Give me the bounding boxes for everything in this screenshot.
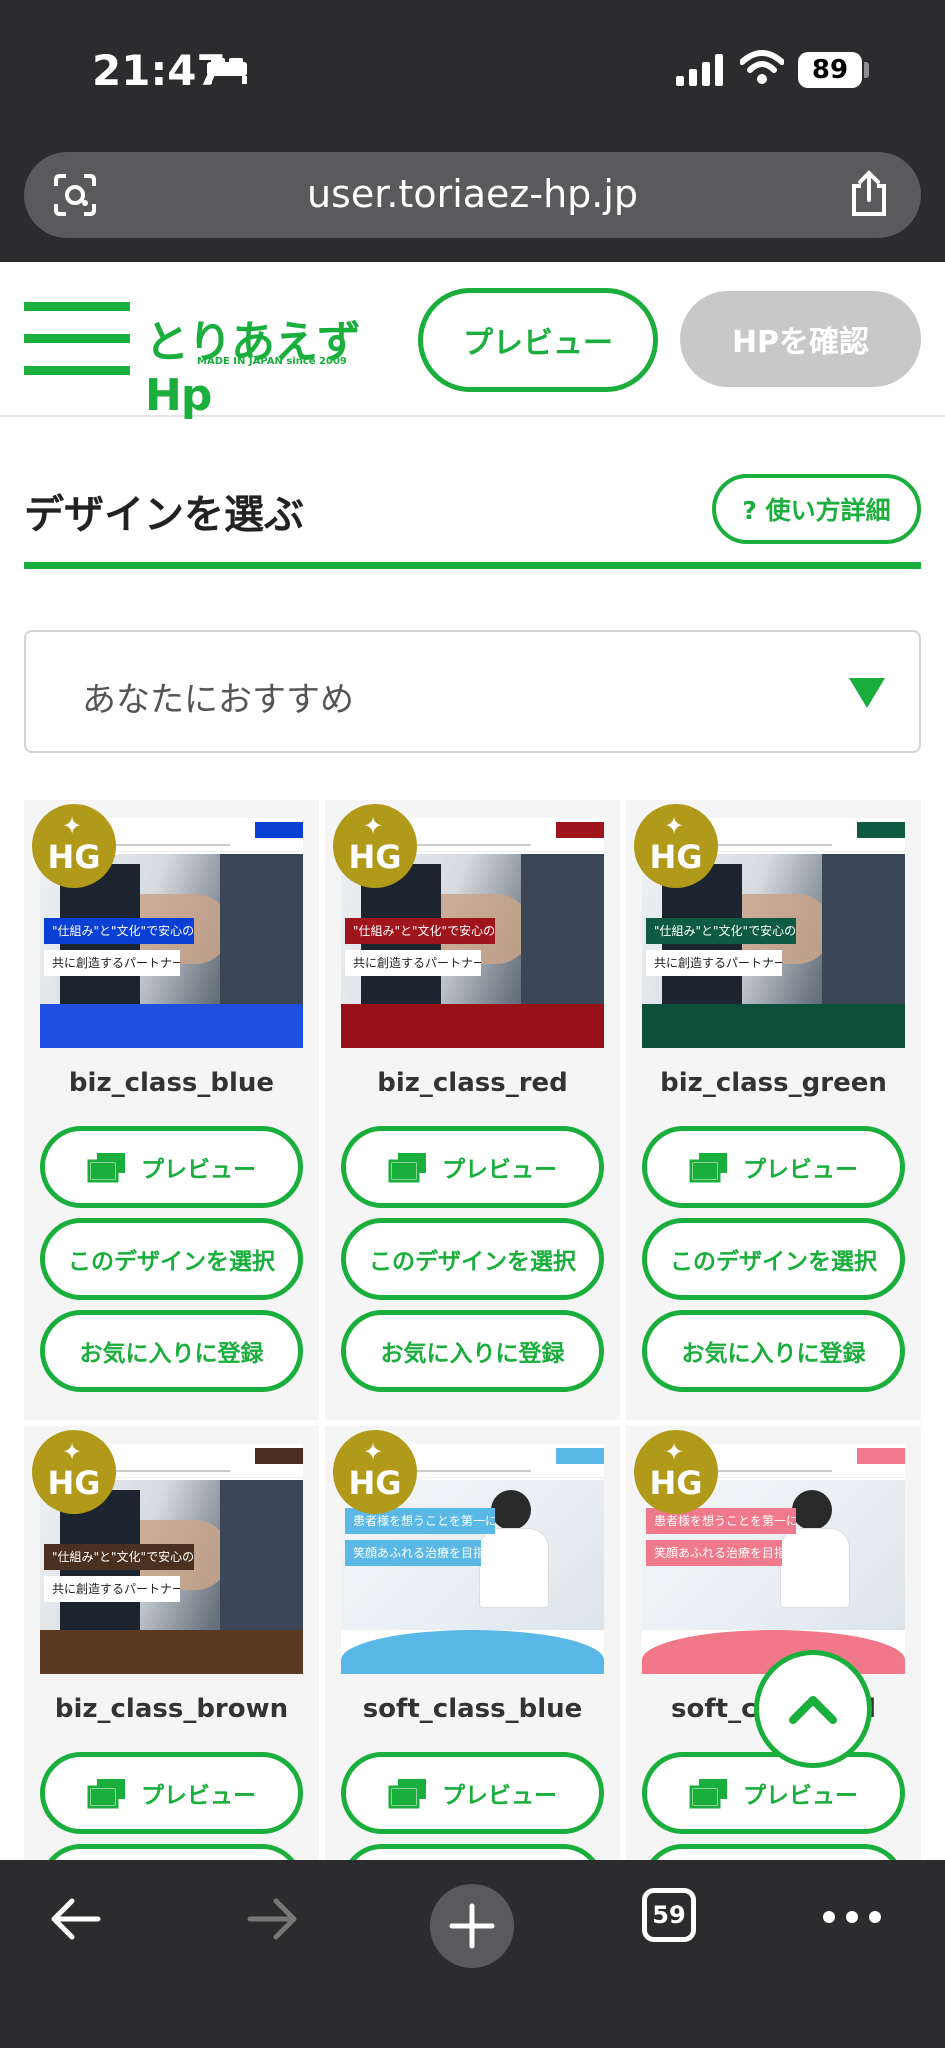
- add-favorite-button[interactable]: お気に入りに登録: [642, 1310, 905, 1392]
- thumbnail-subline: 笑顔あふれる治療を目指しています: [345, 1540, 481, 1566]
- hg-badge-icon: ✦ HG: [32, 1430, 116, 1514]
- select-design-button[interactable]: このデザインを選択: [40, 1844, 303, 1860]
- filter-selected-value: あなたにおすすめ: [82, 680, 354, 720]
- select-design-button[interactable]: このデザインを選択: [40, 1218, 303, 1300]
- preview-label: プレビュー: [442, 1157, 557, 1183]
- check-homepage-button[interactable]: HPを確認: [680, 291, 921, 387]
- title-divider: [24, 562, 921, 569]
- logo-tagline: MADE IN JAPAN since 2009: [197, 356, 347, 367]
- design-preview-button[interactable]: プレビュー: [642, 1126, 905, 1208]
- back-arrow-icon[interactable]: [46, 1890, 104, 1948]
- design-card: "仕組み"と"文化"で安心の橋を共に創造するパートナー ✦HG biz_class_…: [626, 800, 921, 1420]
- sleep-mode-icon: [207, 58, 247, 84]
- thumbnail-subline: 笑顔あふれる治療を目指しています: [646, 1540, 782, 1566]
- design-preview-button[interactable]: プレビュー: [341, 1126, 604, 1208]
- thumbnail-headline: "仕組み"と"文化"で安心の橋を: [44, 918, 194, 944]
- design-preview-button[interactable]: プレビュー: [40, 1126, 303, 1208]
- thumbnail-headline: "仕組み"と"文化"で安心の橋を: [646, 918, 796, 944]
- hg-badge-icon: ✦ HG: [333, 804, 417, 888]
- battery-tip: [864, 62, 869, 78]
- more-options-icon[interactable]: [822, 1910, 882, 1924]
- address-bar[interactable]: user.toriaez-hp.jp: [24, 152, 921, 238]
- new-tab-button[interactable]: [430, 1884, 514, 1968]
- design-name: biz_class_blue: [68, 1068, 275, 1098]
- hamburger-menu-icon[interactable]: [24, 302, 130, 376]
- browser-chrome: 21:47 89 user.toriaez-hp.jp: [0, 0, 945, 262]
- design-name: biz_class_red: [377, 1068, 568, 1098]
- thumbnail-footer-band: [341, 1004, 604, 1048]
- design-card: "仕組み"と"文化"で安心の橋を共に創造するパートナー ✦HG biz_class_…: [24, 800, 319, 1420]
- hg-badge-icon: ✦ HG: [634, 1430, 718, 1514]
- thumbnail-headline: "仕組み"と"文化"で安心の橋を: [345, 918, 495, 944]
- design-preview-button[interactable]: プレビュー: [40, 1752, 303, 1834]
- preview-label: プレビュー: [141, 1157, 256, 1183]
- thumbnail-subline: 共に創造するパートナー: [44, 1576, 180, 1602]
- hg-badge-icon: ✦ HG: [32, 804, 116, 888]
- windows-icon: [87, 1779, 125, 1809]
- forward-arrow-icon[interactable]: [244, 1890, 302, 1948]
- design-name: biz_class_green: [660, 1068, 887, 1098]
- select-design-button[interactable]: このデザインを選択: [642, 1844, 905, 1860]
- design-filter-select[interactable]: あなたにおすすめ: [24, 630, 921, 753]
- select-design-button[interactable]: このデザインを選択: [341, 1844, 604, 1860]
- page-title: デザインを選ぶ: [24, 492, 304, 538]
- design-preview-button[interactable]: プレビュー: [642, 1752, 905, 1834]
- battery-indicator: 89: [798, 52, 862, 88]
- thumbnail-subline: 共に創造するパートナー: [646, 950, 782, 976]
- dropdown-arrow-icon: [849, 678, 885, 708]
- plus-icon: [449, 1903, 495, 1949]
- windows-icon: [689, 1779, 727, 1809]
- scroll-to-top-button[interactable]: [754, 1650, 872, 1768]
- tab-switcher-button[interactable]: 59: [642, 1888, 696, 1942]
- design-card: "仕組み"と"文化"で安心の橋を共に創造するパートナー ✦HG biz_class_…: [24, 1426, 319, 1860]
- design-card: 患者様を想うことを第一に笑顔あふれる治療を目指しています✦HGsoft_clas…: [325, 1426, 620, 1860]
- thumbnail-footer-band: [642, 1004, 905, 1048]
- hg-badge-icon: ✦ HG: [634, 804, 718, 888]
- help-button[interactable]: ? 使い方詳細: [712, 474, 921, 544]
- share-icon[interactable]: [849, 170, 889, 218]
- preview-label: プレビュー: [442, 1783, 557, 1809]
- thumbnail-footer-band: [341, 1630, 604, 1674]
- add-favorite-button[interactable]: お気に入りに登録: [40, 1310, 303, 1392]
- thumbnail-footer-band: [40, 1630, 303, 1674]
- add-favorite-button[interactable]: お気に入りに登録: [341, 1310, 604, 1392]
- select-design-button[interactable]: このデザインを選択: [642, 1218, 905, 1300]
- preview-label: プレビュー: [743, 1157, 858, 1183]
- thumbnail-subline: 共に創造するパートナー: [345, 950, 481, 976]
- select-design-button[interactable]: このデザインを選択: [341, 1218, 604, 1300]
- windows-icon: [689, 1153, 727, 1183]
- windows-icon: [388, 1779, 426, 1809]
- header-preview-button[interactable]: プレビュー: [418, 288, 658, 392]
- windows-icon: [388, 1153, 426, 1183]
- design-card: "仕組み"と"文化"で安心の橋を共に創造するパートナー ✦HG biz_class_…: [325, 800, 620, 1420]
- design-name: biz_class_brown: [54, 1694, 289, 1724]
- chevron-up-icon: [789, 1696, 837, 1724]
- design-preview-button[interactable]: プレビュー: [341, 1752, 604, 1834]
- thumbnail-subline: 共に創造するパートナー: [44, 950, 180, 976]
- thumbnail-headline: "仕組み"と"文化"で安心の橋を: [44, 1544, 194, 1570]
- preview-label: プレビュー: [141, 1783, 256, 1809]
- hg-badge-icon: ✦ HG: [333, 1430, 417, 1514]
- design-card: 患者様を想うことを第一に笑顔あふれる治療を目指しています✦HGsoft_clas…: [626, 1426, 921, 1860]
- url-text[interactable]: user.toriaez-hp.jp: [24, 172, 921, 216]
- windows-icon: [87, 1153, 125, 1183]
- site-logo[interactable]: とりあえずHp MADE IN JAPAN since 2009: [145, 306, 361, 421]
- browser-toolbar: 59: [0, 1860, 945, 2048]
- preview-label: プレビュー: [743, 1783, 858, 1809]
- thumbnail-footer-band: [40, 1004, 303, 1048]
- cellular-signal-icon: [676, 54, 723, 86]
- design-name: soft_class_blue: [362, 1694, 583, 1724]
- wifi-icon: [740, 50, 784, 84]
